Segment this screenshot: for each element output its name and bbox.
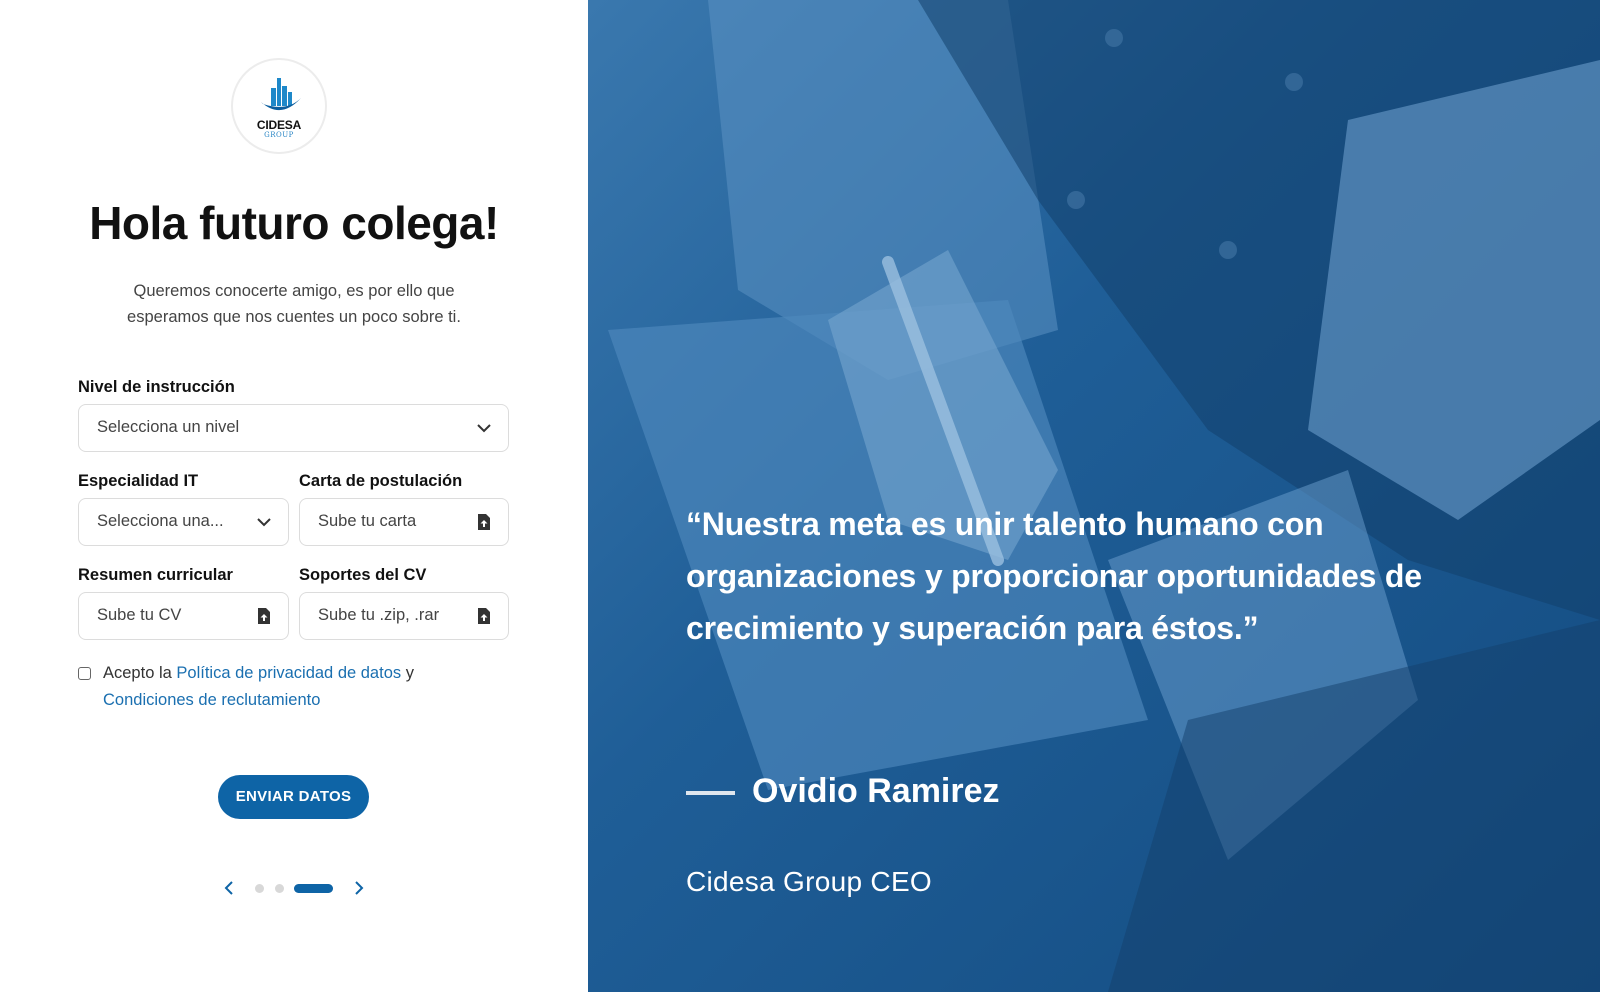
submit-button[interactable]: ENVIAR DATOS (218, 775, 369, 819)
nivel-select[interactable]: Selecciona un nivel (78, 404, 509, 452)
consent-middle: y (401, 664, 414, 682)
especialidad-select[interactable]: Selecciona una... (78, 498, 289, 546)
resumen-upload-placeholder: Sube tu CV (97, 606, 182, 624)
consent-text: Acepto la Política de privacidad de dato… (78, 660, 498, 714)
chevron-right-icon[interactable] (348, 878, 368, 898)
building-logo-icon (261, 78, 301, 111)
testimonial-role: Cidesa Group CEO (686, 866, 933, 897)
nivel-label: Nivel de instrucción (78, 378, 235, 396)
pager-dot[interactable] (275, 884, 284, 893)
chevron-down-icon (257, 518, 271, 527)
form-panel: CIDESA GROUP Hola futuro colega! Queremo… (0, 0, 588, 992)
resumen-upload[interactable]: Sube tu CV (78, 592, 289, 640)
carta-label: Carta de postulación (299, 472, 463, 490)
carta-upload-placeholder: Sube tu carta (318, 512, 417, 530)
page-title: Hola futuro colega! (89, 197, 499, 249)
chevron-left-icon[interactable] (220, 878, 240, 898)
logo-brand-text: CIDESA (256, 118, 302, 132)
consent-row: Acepto la Política de privacidad de dato… (78, 660, 498, 714)
file-upload-icon (478, 608, 490, 624)
recruitment-terms-link[interactable]: Condiciones de reclutamiento (103, 691, 320, 709)
testimonial-panel: “Nuestra meta es unir talento humano con… (588, 0, 1600, 992)
privacy-policy-link[interactable]: Política de privacidad de datos (176, 664, 401, 682)
especialidad-label: Especialidad IT (78, 472, 199, 490)
page-subtitle: Queremos conocerte amigo, es por ello qu… (127, 282, 461, 326)
consent-prefix: Acepto la (103, 664, 177, 682)
soportes-upload[interactable]: Sube tu .zip, .rar (299, 592, 509, 640)
chevron-down-icon (477, 424, 491, 433)
carta-upload[interactable]: Sube tu carta (299, 498, 509, 546)
testimonial-author: Ovidio Ramirez (752, 772, 1000, 810)
nivel-select-value: Selecciona un nivel (97, 418, 240, 436)
testimonial-quote: “Nuestra meta es unir talento humano con… (686, 506, 1422, 646)
pager-dot-active[interactable] (294, 884, 333, 893)
author-divider (686, 791, 735, 795)
logo-sub-text: GROUP (264, 131, 294, 139)
file-upload-icon (258, 608, 270, 624)
company-logo: CIDESA GROUP (231, 58, 327, 154)
background-photo (608, 0, 1600, 992)
file-upload-icon (478, 514, 490, 530)
soportes-upload-placeholder: Sube tu .zip, .rar (318, 606, 440, 624)
pager-dot[interactable] (255, 884, 264, 893)
resumen-label: Resumen curricular (78, 566, 233, 584)
consent-checkbox[interactable] (78, 667, 91, 680)
especialidad-select-value: Selecciona una... (97, 512, 224, 530)
soportes-label: Soportes del CV (299, 566, 427, 584)
